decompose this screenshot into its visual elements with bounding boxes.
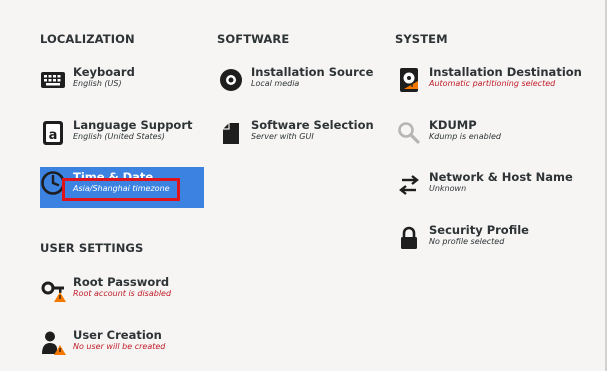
svg-text:a: a: [49, 128, 58, 143]
user-creation-spoke[interactable]: User Creation No user will be created: [40, 328, 210, 368]
kdump-status: Kdump is enabled: [429, 132, 501, 141]
hard-drive-icon: [400, 68, 418, 92]
user-warning-icon: [42, 331, 66, 355]
kdump-spoke[interactable]: KDUMP Kdump is enabled: [396, 118, 596, 158]
kdump-title: KDUMP: [429, 118, 477, 132]
user-creation-status: No user will be created: [73, 342, 166, 351]
language-icon: a: [43, 121, 63, 145]
installation-source-spoke[interactable]: Installation Source Local media: [218, 65, 388, 105]
software-selection-spoke[interactable]: Software Selection Server with GUI: [218, 118, 388, 158]
root-password-spoke[interactable]: Root Password Root account is disabled: [40, 275, 210, 315]
language-support-spoke[interactable]: a Language Support English (United State…: [40, 118, 200, 158]
language-support-status: English (United States): [73, 132, 165, 141]
installation-source-title: Installation Source: [251, 65, 374, 79]
keyboard-icon: [41, 72, 65, 88]
root-password-status: Root account is disabled: [73, 289, 172, 298]
installation-destination-spoke[interactable]: Installation Destination Automatic parti…: [396, 65, 596, 105]
installation-destination-title: Installation Destination: [429, 65, 582, 79]
security-profile-title: Security Profile: [429, 223, 529, 237]
language-support-title: Language Support: [73, 118, 193, 132]
security-profile-spoke[interactable]: Security Profile No profile selected: [396, 223, 596, 263]
software-selection-title: Software Selection: [251, 118, 374, 132]
network-host-name-spoke[interactable]: Network & Host Name Unknown: [396, 170, 596, 210]
network-host-name-title: Network & Host Name: [429, 170, 573, 184]
section-localization-title: LOCALIZATION: [40, 32, 135, 46]
keyboard-status: English (US): [73, 79, 122, 88]
installation-destination-status: Automatic partitioning selected: [429, 79, 556, 88]
keyboard-spoke[interactable]: Keyboard English (US): [40, 65, 200, 105]
network-arrows-icon: [399, 175, 419, 195]
user-creation-title: User Creation: [73, 328, 162, 342]
section-user-settings-title: USER SETTINGS: [40, 241, 144, 255]
root-password-title: Root Password: [73, 275, 170, 289]
security-profile-status: No profile selected: [429, 237, 505, 246]
installation-source-status: Local media: [251, 79, 300, 88]
disc-icon: [220, 69, 242, 91]
lock-icon: [401, 226, 417, 249]
magnifier-icon: [398, 122, 420, 144]
section-system-title: SYSTEM: [395, 32, 448, 46]
keyboard-title: Keyboard: [73, 65, 135, 79]
key-warning-icon: [41, 281, 66, 302]
network-host-name-status: Unknown: [429, 184, 467, 193]
software-selection-status: Server with GUI: [251, 132, 314, 141]
section-software-title: SOFTWARE: [217, 32, 290, 46]
package-icon: [223, 123, 239, 144]
timezone-highlight-box: [62, 178, 180, 201]
